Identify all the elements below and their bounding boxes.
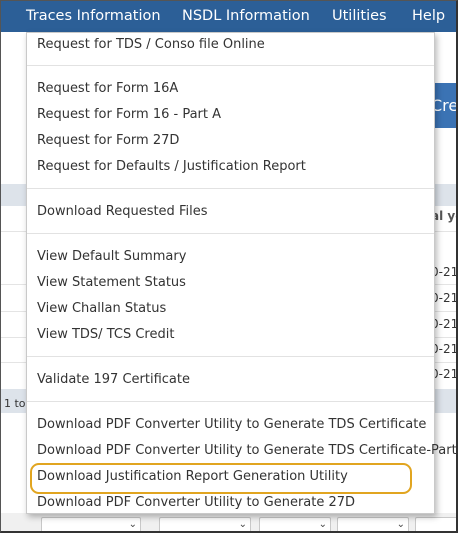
menu-item-download-requested-files[interactable]: Download Requested Files	[37, 201, 207, 223]
filter-select[interactable]: ⌄	[259, 517, 331, 531]
menu-separator	[27, 65, 434, 66]
traces-information-dropdown: Request for TDS / Conso file Online Requ…	[26, 32, 456, 514]
menu-item-pdf-converter-tds-certificate-partb[interactable]: Download PDF Converter Utility to Genera…	[37, 440, 456, 462]
table-cell: 0-21	[431, 265, 458, 279]
chevron-down-icon: ⌄	[128, 519, 137, 530]
table-cell: 0-21	[431, 342, 458, 356]
menu-item-request-form-16-part-a[interactable]: Request for Form 16 - Part A	[37, 104, 221, 126]
menu-item-view-challan-status[interactable]: View Challan Status	[37, 298, 166, 320]
menu-item-request-defaults-justification[interactable]: Request for Defaults / Justification Rep…	[37, 156, 306, 178]
menu-item-request-form-27d[interactable]: Request for Form 27D	[37, 130, 179, 152]
menu-item-download-justification-report-utility[interactable]: Download Justification Report Generation…	[37, 466, 348, 488]
chevron-down-icon: ⌄	[238, 519, 247, 530]
menu-traces-information[interactable]: Traces Information	[26, 1, 161, 32]
table-cell: 0-21	[431, 291, 458, 305]
filter-select[interactable]: ⌄	[159, 517, 251, 531]
menu-item-request-form-16a[interactable]: Request for Form 16A	[37, 78, 178, 100]
filter-select[interactable]	[415, 517, 456, 531]
browser-viewport: Cre al ye 0-21 0-21 0-21 0-21 0-21 1 to …	[0, 0, 458, 533]
chevron-down-icon: ⌄	[318, 519, 327, 530]
menu-separator	[27, 233, 434, 234]
menu-item-view-statement-status[interactable]: View Statement Status	[37, 272, 186, 294]
menu-separator	[27, 188, 434, 189]
menu-item-view-tds-tcs-credit[interactable]: View TDS/ TCS Credit	[37, 324, 174, 346]
menu-item-pdf-converter-27d[interactable]: Download PDF Converter Utility to Genera…	[37, 492, 355, 514]
menu-utilities[interactable]: Utilities	[332, 1, 387, 32]
chevron-down-icon: ⌄	[396, 519, 405, 530]
table-cell: 0-21	[431, 317, 458, 331]
menu-item-pdf-converter-tds-certificate[interactable]: Download PDF Converter Utility to Genera…	[37, 414, 426, 436]
filter-select[interactable]: ⌄	[337, 517, 409, 531]
menu-help[interactable]: Help	[412, 1, 445, 32]
menu-nsdl-information[interactable]: NSDL Information	[182, 1, 310, 32]
filter-select[interactable]: ⌄	[41, 517, 141, 531]
menu-item-validate-197-certificate[interactable]: Validate 197 Certificate	[37, 369, 190, 391]
table-cell: 0-21	[431, 367, 458, 381]
table-column-header: al ye	[431, 209, 456, 223]
menu-item-request-tds-conso-file[interactable]: Request for TDS / Conso file Online	[37, 34, 265, 56]
menu-item-view-default-summary[interactable]: View Default Summary	[37, 246, 186, 268]
menu-separator	[27, 401, 434, 402]
menu-separator	[27, 356, 434, 357]
top-menubar: Traces Information NSDL Information Util…	[1, 1, 456, 32]
pagination-text: 1 to	[4, 397, 26, 410]
